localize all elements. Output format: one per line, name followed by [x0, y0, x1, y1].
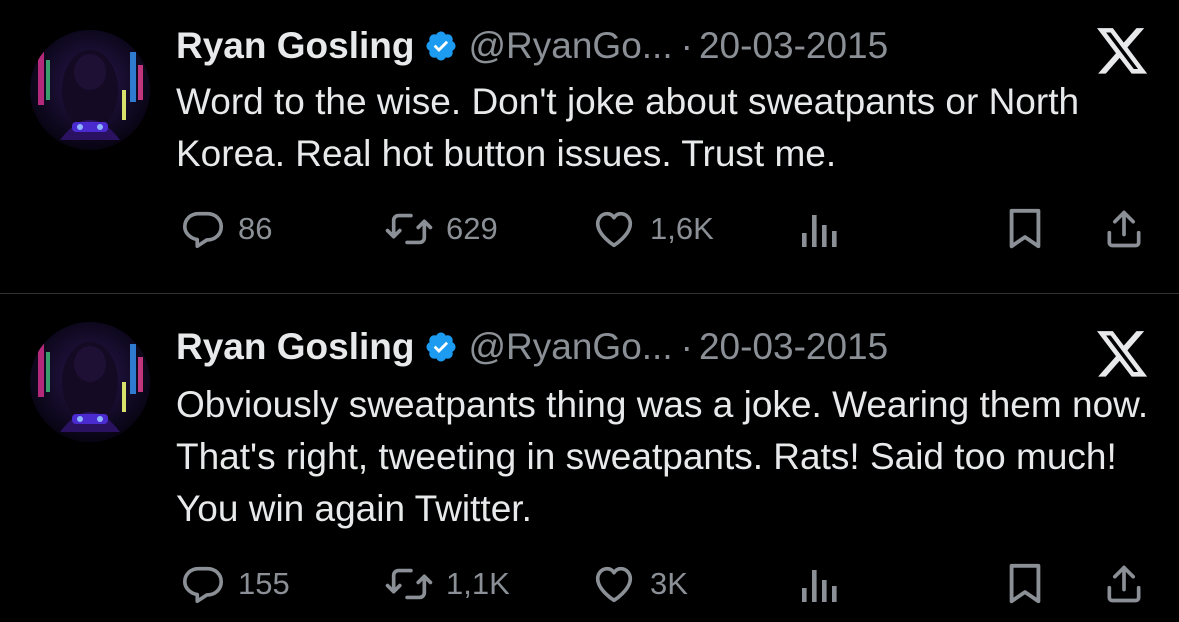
like-count: 1,6K — [650, 211, 714, 246]
author-handle[interactable]: @RyanGo... — [468, 326, 672, 368]
tweet-actions: 155 1,1K 3K — [0, 559, 1179, 609]
tweet-header: Ryan Gosling @RyanGo... · 20-03-2015 — [176, 22, 888, 70]
x-logo-icon — [1097, 331, 1149, 379]
share-button[interactable] — [1102, 204, 1146, 254]
tweet-text: Obviously sweatpants thing was a joke. W… — [176, 384, 1149, 529]
repost-icon — [384, 206, 434, 252]
tweet-date[interactable]: 20-03-2015 — [699, 25, 888, 67]
repost-button[interactable]: 629 — [384, 204, 498, 254]
like-button[interactable]: 3K — [590, 559, 688, 609]
bookmark-icon — [1004, 206, 1046, 252]
header-separator: · — [680, 25, 693, 66]
views-button[interactable] — [800, 204, 840, 254]
like-button[interactable]: 1,6K — [590, 204, 714, 254]
share-icon — [1102, 206, 1146, 252]
bookmark-button[interactable] — [1004, 204, 1046, 254]
like-count: 3K — [650, 566, 688, 601]
views-icon — [800, 209, 840, 249]
tweet-header: Ryan Gosling @RyanGo... · 20-03-2015 — [176, 323, 888, 371]
avatar[interactable] — [30, 30, 150, 150]
views-button[interactable] — [800, 559, 840, 609]
tweet[interactable]: Ryan Gosling @RyanGo... · 20-03-2015 Obv… — [0, 295, 1179, 622]
bookmark-icon — [1004, 561, 1046, 607]
repost-button[interactable]: 1,1K — [384, 559, 510, 609]
repost-count: 1,1K — [446, 566, 510, 601]
views-icon — [800, 564, 840, 604]
repost-count: 629 — [446, 211, 498, 246]
author-name[interactable]: Ryan Gosling — [176, 25, 414, 67]
tweet-date[interactable]: 20-03-2015 — [699, 326, 888, 368]
heart-icon — [590, 561, 638, 607]
reply-icon — [180, 561, 226, 607]
reply-button[interactable]: 155 — [180, 559, 290, 609]
avatar[interactable] — [30, 322, 150, 442]
tweet-actions: 86 629 1,6K — [0, 204, 1179, 254]
bookmark-button[interactable] — [1004, 559, 1046, 609]
verified-badge-icon — [424, 29, 458, 63]
tweet[interactable]: Ryan Gosling @RyanGo... · 20-03-2015 Wor… — [0, 0, 1179, 294]
tweet-text: Word to the wise. Don't joke about sweat… — [176, 81, 1080, 174]
reply-count: 86 — [238, 211, 273, 246]
reply-button[interactable]: 86 — [180, 204, 272, 254]
x-logo-icon — [1097, 28, 1149, 76]
repost-icon — [384, 561, 434, 607]
tweet-divider — [0, 293, 1179, 294]
header-separator: · — [680, 326, 693, 367]
author-handle[interactable]: @RyanGo... — [468, 25, 672, 67]
author-name[interactable]: Ryan Gosling — [176, 326, 414, 368]
reply-icon — [180, 206, 226, 252]
heart-icon — [590, 206, 638, 252]
share-button[interactable] — [1102, 559, 1146, 609]
reply-count: 155 — [238, 566, 290, 601]
share-icon — [1102, 561, 1146, 607]
verified-badge-icon — [424, 330, 458, 364]
